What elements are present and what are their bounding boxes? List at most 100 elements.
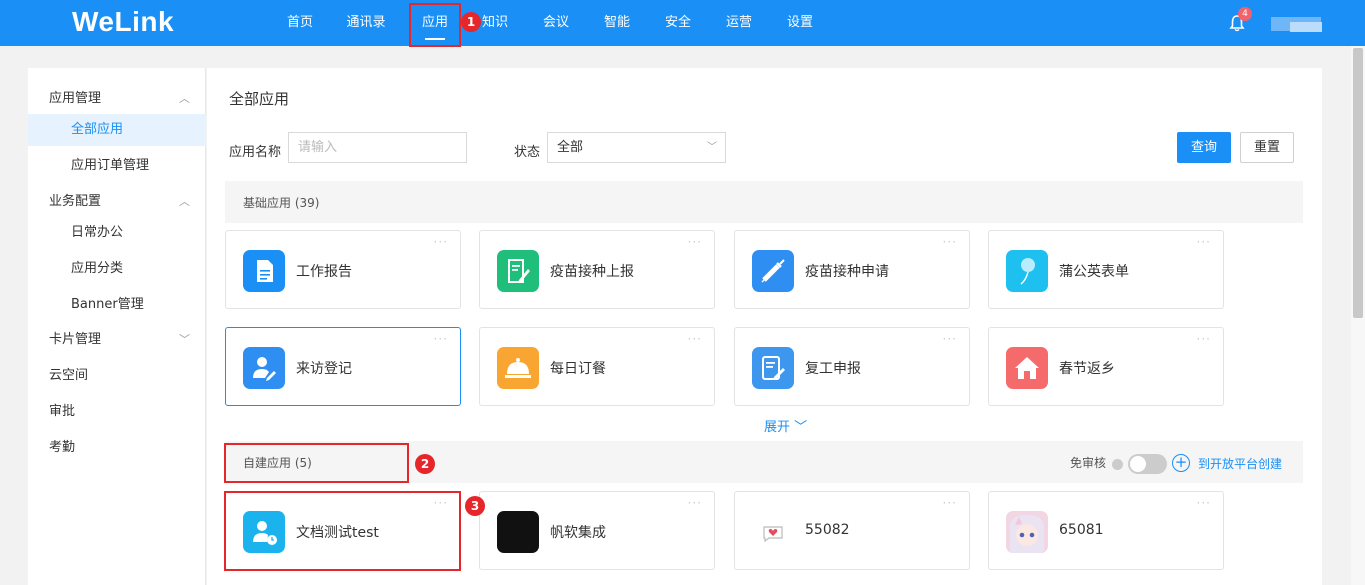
anime-avatar-icon — [1006, 511, 1048, 553]
page-scrollbar[interactable] — [1351, 46, 1365, 585]
syringe-icon — [752, 250, 794, 292]
chevron-down-icon: ﹀ — [790, 420, 808, 435]
query-button[interactable]: 查询 — [1177, 132, 1231, 163]
nav-knowledge[interactable]: 知识 — [480, 0, 510, 46]
more-icon[interactable]: ··· — [1197, 332, 1211, 346]
status-select-value: 全部 — [557, 140, 584, 155]
app-name: 每日订餐 — [550, 361, 606, 377]
pen-document-icon — [497, 250, 539, 292]
chevron-down-icon: ﹀ — [707, 142, 717, 153]
dining-bell-icon — [497, 347, 539, 389]
app-card-daily-meal[interactable]: 每日订餐 ··· — [479, 327, 715, 406]
app-name: 春节返乡 — [1059, 361, 1115, 377]
dandelion-icon — [1006, 250, 1048, 292]
more-icon[interactable]: ··· — [943, 496, 957, 510]
sidebar-item-label: 应用管理 — [49, 91, 102, 106]
sidebar-item-label: 业务配置 — [49, 194, 102, 209]
scrollbar-thumb[interactable] — [1353, 48, 1363, 318]
more-icon[interactable]: ··· — [943, 235, 957, 249]
input-placeholder: 请输入 — [298, 140, 338, 155]
expand-toggle[interactable]: 展开 ﹀ — [764, 416, 807, 435]
page-title: 全部应用 — [229, 90, 290, 108]
app-name: 来访登记 — [296, 361, 352, 377]
app-card-55082[interactable]: 55082 ··· — [734, 491, 970, 570]
app-card-work-report[interactable]: 工作报告 ··· — [225, 230, 461, 309]
more-icon[interactable]: ··· — [688, 496, 702, 510]
sidebar-item-app-orders[interactable]: 应用订单管理 — [28, 150, 206, 182]
more-icon[interactable]: ··· — [434, 235, 448, 249]
nav-home[interactable]: 首页 — [285, 0, 315, 46]
app-name: 帆软集成 — [550, 525, 606, 541]
sidebar-item-attendance[interactable]: 考勤 — [28, 432, 206, 464]
chevron-down-icon: ﹀ — [179, 333, 190, 346]
app-card-visitor-registration[interactable]: 来访登记 ··· — [225, 327, 461, 406]
app-card-dandelion-form[interactable]: 蒲公英表单 ··· — [988, 230, 1224, 309]
annotation-marker-3: 3 — [465, 496, 485, 516]
nav-operations[interactable]: 运营 — [724, 0, 754, 46]
sidebar-group-card-management[interactable]: 卡片管理 ﹀ — [28, 324, 206, 356]
chevron-up-icon: ︿ — [179, 195, 190, 208]
house-icon — [1006, 347, 1048, 389]
basic-apps-section-header: 基础应用 (39) — [225, 181, 1303, 223]
status-select[interactable]: 全部 ﹀ — [547, 132, 726, 163]
app-card-spring-festival[interactable]: 春节返乡 ··· — [988, 327, 1224, 406]
sidebar-item-label: 卡片管理 — [49, 332, 102, 347]
app-card-65081[interactable]: 65081 ··· — [988, 491, 1224, 570]
sidebar-item-app-category[interactable]: 应用分类 — [28, 253, 206, 285]
top-navigation-bar: WeLink 首页 通讯录 应用 知识 会议 智能 安全 运营 设置 4 — [0, 0, 1365, 46]
annotation-marker-2: 2 — [415, 454, 435, 474]
app-name: 工作报告 — [296, 264, 352, 280]
basic-apps-count: 基础应用 (39) — [243, 196, 320, 210]
nav-security[interactable]: 安全 — [663, 0, 693, 46]
app-card-return-to-work[interactable]: 复工申报 ··· — [734, 327, 970, 406]
sidebar-item-all-apps[interactable]: 全部应用 — [28, 114, 206, 146]
create-on-open-platform-link[interactable]: 到开放平台创建 — [1198, 455, 1282, 472]
reset-button[interactable]: 重置 — [1240, 132, 1294, 163]
heart-chat-icon — [752, 511, 794, 553]
nav-settings[interactable]: 设置 — [785, 0, 815, 46]
nav-smart[interactable]: 智能 — [602, 0, 632, 46]
nav-meetings[interactable]: 会议 — [541, 0, 571, 46]
more-icon[interactable]: ··· — [943, 332, 957, 346]
app-name-input[interactable]: 请输入 — [288, 132, 467, 163]
sidebar-group-app-management[interactable]: 应用管理 ︿ — [28, 83, 206, 115]
form-edit-icon — [752, 347, 794, 389]
nav-contacts[interactable]: 通讯录 — [345, 0, 387, 46]
document-icon — [243, 250, 285, 292]
app-card-vaccine-apply[interactable]: 疫苗接种申请 ··· — [734, 230, 970, 309]
sidebar-item-approval[interactable]: 审批 — [28, 396, 206, 428]
app-name: 复工申报 — [805, 361, 861, 377]
app-name: 疫苗接种上报 — [550, 264, 634, 280]
more-icon[interactable]: ··· — [1197, 235, 1211, 249]
annotation-box-custom-apps — [224, 443, 409, 483]
annotation-marker-1: 1 — [461, 12, 481, 32]
more-icon[interactable]: ··· — [688, 332, 702, 346]
app-name: 65081 — [1059, 522, 1104, 538]
sidebar-item-daily-office[interactable]: 日常办公 — [28, 217, 206, 249]
app-card-vaccine-report[interactable]: 疫苗接种上报 ··· — [479, 230, 715, 309]
app-name-label: 应用名称 — [229, 145, 282, 160]
plus-circle-icon[interactable]: + — [1172, 454, 1190, 472]
user-name-blur — [1290, 22, 1322, 32]
sidebar-group-business-config[interactable]: 业务配置 ︿ — [28, 186, 206, 218]
app-name: 疫苗接种申请 — [805, 264, 889, 280]
sidebar: 应用管理 ︿ 全部应用 应用订单管理 业务配置 ︿ 日常办公 应用分类 Banner… — [28, 68, 206, 585]
visitor-icon — [243, 347, 285, 389]
sidebar-item-banner[interactable]: Banner管理 — [28, 289, 206, 321]
app-name: 蒲公英表单 — [1059, 264, 1129, 280]
app-card-fanruan[interactable]: 帆软集成 ··· — [479, 491, 715, 570]
welink-logo[interactable]: WeLink — [72, 6, 174, 38]
sidebar-item-cloud-space[interactable]: 云空间 — [28, 360, 206, 392]
dark-logo-icon — [497, 511, 539, 553]
more-icon[interactable]: ··· — [434, 332, 448, 346]
status-label: 状态 — [514, 145, 541, 160]
app-name: 55082 — [805, 522, 850, 538]
more-icon[interactable]: ··· — [688, 235, 702, 249]
no-review-label: 免审核 — [1070, 456, 1107, 470]
info-dot-icon — [1112, 459, 1123, 470]
more-icon[interactable]: ··· — [1197, 496, 1211, 510]
annotation-box-doc-test-card — [224, 491, 461, 571]
notification-badge: 4 — [1238, 7, 1252, 21]
no-review-toggle[interactable] — [1128, 454, 1167, 474]
expand-label: 展开 — [764, 420, 791, 435]
